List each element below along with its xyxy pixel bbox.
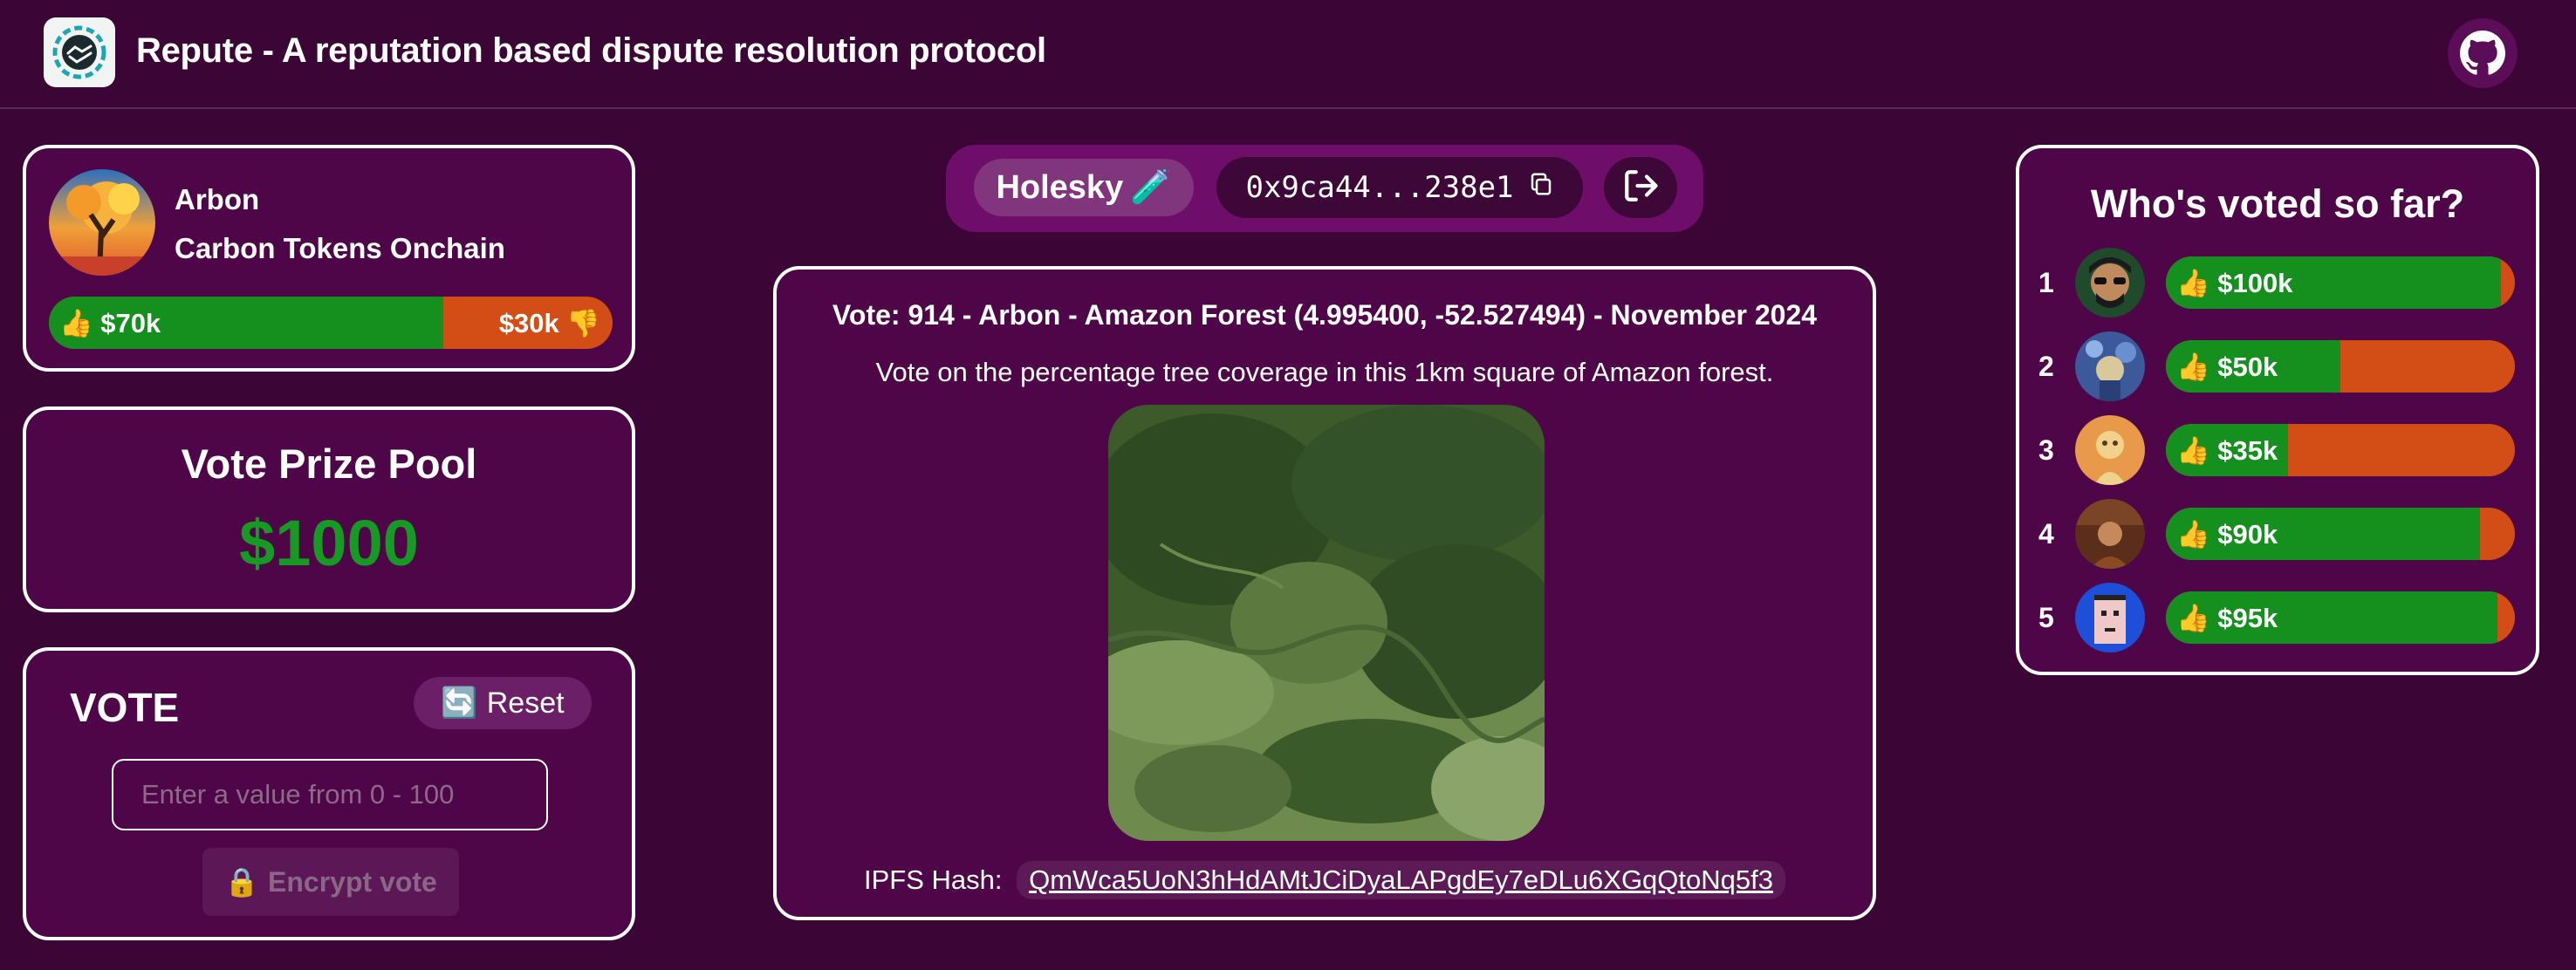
prize-pool-title: Vote Prize Pool xyxy=(181,441,477,487)
rank-number: 4 xyxy=(2038,518,2054,550)
voter-vote-bar: 👍 $100k xyxy=(2166,256,2515,309)
copy-icon[interactable] xyxy=(1528,170,1554,205)
voter-vote-bar: 👍 $35k xyxy=(2166,424,2515,476)
network-name: Holesky xyxy=(996,168,1124,206)
yes-segment: 👍 $90k xyxy=(2166,508,2480,560)
leaderboard-row: 5 👍 $95k xyxy=(2019,583,2543,652)
vote-description: Vote on the percentage tree coverage in … xyxy=(875,357,1774,387)
voter-avatar xyxy=(2075,331,2145,401)
yes-segment: 👍 $50k xyxy=(2166,340,2340,393)
no-segment: $30k 👎 xyxy=(498,307,600,338)
github-icon[interactable] xyxy=(2448,18,2518,88)
voter-avatar xyxy=(2075,415,2145,485)
logout-icon xyxy=(1622,167,1659,208)
app-header: Repute - A reputation based dispute reso… xyxy=(0,0,2576,109)
leaderboard-row: 2 👍 $50k xyxy=(2019,331,2543,401)
project-card: Arbon Carbon Tokens Onchain 👍 $70k $30k … xyxy=(23,145,635,372)
voter-avatar xyxy=(2075,583,2145,652)
voter-avatar xyxy=(2075,248,2145,318)
project-avatar xyxy=(49,169,155,276)
leaderboard-row: 4 👍 $90k xyxy=(2019,499,2543,569)
prize-pool-value: $1000 xyxy=(239,507,419,579)
voter-avatar xyxy=(2075,499,2145,569)
reset-label: Reset xyxy=(486,686,565,720)
vote-card: VOTE 🔄 Reset 🔒 Encrypt vote xyxy=(23,647,635,940)
rank-number: 3 xyxy=(2038,434,2054,466)
voters-leaderboard: Who's voted so far? 1 👍 $100k 2 👍 $50k 3… xyxy=(2016,145,2539,675)
vote-title: VOTE xyxy=(70,685,180,730)
handshake-logo-icon[interactable] xyxy=(44,17,115,87)
voter-vote-bar: 👍 $50k xyxy=(2166,340,2515,393)
leaderboard-title: Who's voted so far? xyxy=(2090,181,2465,226)
ipfs-hash-link[interactable]: QmWca5UoN3hHdAMtJCiDyaLAPgdEy7eDLu6XGqQt… xyxy=(1017,861,1785,899)
vote-value-input[interactable] xyxy=(112,759,548,830)
leaderboard-row: 3 👍 $35k xyxy=(2019,415,2543,485)
encrypt-vote-label: Encrypt vote xyxy=(268,865,437,898)
encrypt-vote-button[interactable]: 🔒 Encrypt vote xyxy=(202,848,459,916)
project-subtitle: Carbon Tokens Onchain xyxy=(175,232,505,264)
logout-button[interactable] xyxy=(1604,157,1677,218)
project-vote-bar: 👍 $70k $30k 👎 xyxy=(49,297,613,349)
ipfs-hash-row: IPFS Hash: QmWca5UoN3hHdAMtJCiDyaLAPgdEy… xyxy=(777,861,1873,899)
project-name: Arbon xyxy=(175,183,260,215)
voter-vote-bar: 👍 $95k xyxy=(2166,591,2515,644)
voter-vote-bar: 👍 $90k xyxy=(2166,508,2515,560)
yes-segment: 👍 $95k xyxy=(2166,591,2497,644)
rank-number: 2 xyxy=(2038,351,2054,382)
yes-segment: 👍 $35k xyxy=(2166,424,2288,476)
forest-satellite-image xyxy=(1108,405,1545,841)
wallet-address: 0x9ca44...238e1 xyxy=(1245,170,1514,205)
lock-icon: 🔒 xyxy=(224,866,259,898)
app-title: Repute - A reputation based dispute reso… xyxy=(136,31,1046,70)
ipfs-label: IPFS Hash: xyxy=(863,864,1003,895)
wallet-bar: Holesky 🧪 0x9ca44...238e1 xyxy=(946,145,1703,232)
rank-number: 1 xyxy=(2038,267,2054,298)
vote-detail-card: Vote: 914 - Arbon - Amazon Forest (4.995… xyxy=(773,266,1876,920)
test-tube-icon: 🧪 xyxy=(1130,169,1172,206)
rank-number: 5 xyxy=(2038,602,2054,633)
yes-segment: 👍 $70k xyxy=(49,297,444,349)
reset-button[interactable]: 🔄 Reset xyxy=(414,677,592,729)
wallet-address-button[interactable]: 0x9ca44...238e1 xyxy=(1216,157,1583,218)
network-button[interactable]: Holesky 🧪 xyxy=(974,159,1194,216)
leaderboard-row: 1 👍 $100k xyxy=(2019,248,2543,318)
prize-pool-card: Vote Prize Pool $1000 xyxy=(23,406,635,612)
refresh-icon: 🔄 xyxy=(441,687,478,720)
vote-heading: Vote: 914 - Arbon - Amazon Forest (4.995… xyxy=(832,299,1818,331)
yes-segment: 👍 $100k xyxy=(2166,256,2501,309)
